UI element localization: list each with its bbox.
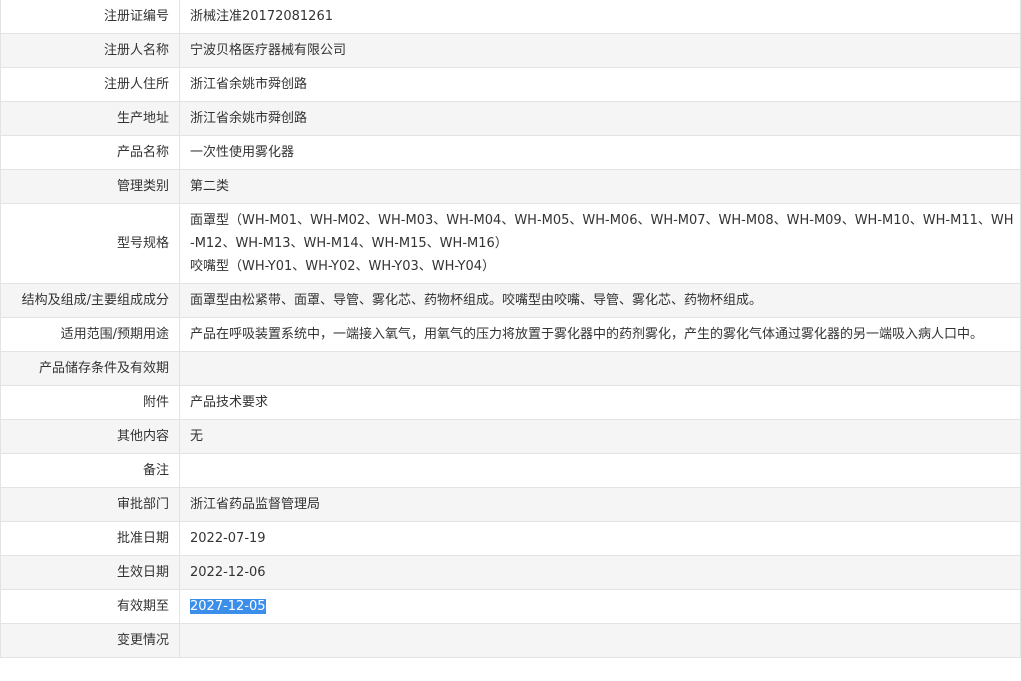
row-value: 宁波贝格医疗器械有限公司: [179, 33, 1021, 68]
row-production-address: 生产地址 浙江省余姚市舜创路: [0, 101, 1021, 136]
row-label: 型号规格: [0, 203, 180, 284]
row-label: 产品储存条件及有效期: [0, 351, 180, 386]
row-label: 产品名称: [0, 135, 180, 170]
row-label: 审批部门: [0, 487, 180, 522]
row-label: 注册人住所: [0, 67, 180, 102]
row-value: 第二类: [179, 169, 1021, 204]
row-management-category: 管理类别 第二类: [0, 169, 1021, 204]
row-value: 浙江省余姚市舜创路: [179, 67, 1021, 102]
row-label: 其他内容: [0, 419, 180, 454]
row-registrant-name: 注册人名称 宁波贝格医疗器械有限公司: [0, 33, 1021, 68]
row-other-content: 其他内容 无: [0, 419, 1021, 454]
row-label: 结构及组成/主要组成成分: [0, 283, 180, 318]
row-change-history: 变更情况: [0, 623, 1021, 658]
row-valid-until: 有效期至 2027-12-05: [0, 589, 1021, 624]
selected-text[interactable]: 2027-12-05: [190, 599, 266, 614]
model-line-mask: 面罩型（WH-M01、WH-M02、WH-M03、WH-M04、WH-M05、W…: [190, 213, 1014, 251]
row-value: 产品技术要求: [179, 385, 1021, 420]
row-effective-date: 生效日期 2022-12-06: [0, 555, 1021, 590]
row-approval-department: 审批部门 浙江省药品监督管理局: [0, 487, 1021, 522]
row-label: 有效期至: [0, 589, 180, 624]
row-value: 2022-07-19: [179, 521, 1021, 556]
row-value: 2022-12-06: [179, 555, 1021, 590]
row-label: 备注: [0, 453, 180, 488]
row-value: 浙江省余姚市舜创路: [179, 101, 1021, 136]
row-label: 适用范围/预期用途: [0, 317, 180, 352]
row-value: 面罩型（WH-M01、WH-M02、WH-M03、WH-M04、WH-M05、W…: [179, 203, 1021, 284]
row-label: 批准日期: [0, 521, 180, 556]
row-value: 2027-12-05: [179, 589, 1021, 624]
row-value: 浙江省药品监督管理局: [179, 487, 1021, 522]
row-label: 生效日期: [0, 555, 180, 590]
row-structure-composition: 结构及组成/主要组成成分 面罩型由松紧带、面罩、导管、雾化芯、药物杯组成。咬嘴型…: [0, 283, 1021, 318]
row-approval-date: 批准日期 2022-07-19: [0, 521, 1021, 556]
row-intended-use: 适用范围/预期用途 产品在呼吸装置系统中，一端接入氧气，用氧气的压力将放置于雾化…: [0, 317, 1021, 352]
row-value: [179, 453, 1021, 488]
row-value: 一次性使用雾化器: [179, 135, 1021, 170]
model-line-mouthpiece: 咬嘴型（WH-Y01、WH-Y02、WH-Y03、WH-Y04）: [190, 259, 496, 274]
row-label: 管理类别: [0, 169, 180, 204]
row-model-specification: 型号规格 面罩型（WH-M01、WH-M02、WH-M03、WH-M04、WH-…: [0, 203, 1021, 284]
row-value: [179, 623, 1021, 658]
row-label: 变更情况: [0, 623, 180, 658]
row-value: 面罩型由松紧带、面罩、导管、雾化芯、药物杯组成。咬嘴型由咬嘴、导管、雾化芯、药物…: [179, 283, 1021, 318]
row-label: 生产地址: [0, 101, 180, 136]
row-product-name: 产品名称 一次性使用雾化器: [0, 135, 1021, 170]
row-label: 注册证编号: [0, 0, 180, 34]
registration-detail-table: 注册证编号 浙械注准20172081261 注册人名称 宁波贝格医疗器械有限公司…: [0, 0, 1021, 658]
row-storage-conditions: 产品储存条件及有效期: [0, 351, 1021, 386]
row-attachment: 附件 产品技术要求: [0, 385, 1021, 420]
row-registrant-address: 注册人住所 浙江省余姚市舜创路: [0, 67, 1021, 102]
row-value: [179, 351, 1021, 386]
row-registration-number: 注册证编号 浙械注准20172081261: [0, 0, 1021, 34]
row-label: 附件: [0, 385, 180, 420]
row-label: 注册人名称: [0, 33, 180, 68]
row-value: 浙械注准20172081261: [179, 0, 1021, 34]
row-value: 无: [179, 419, 1021, 454]
row-remarks: 备注: [0, 453, 1021, 488]
row-value: 产品在呼吸装置系统中，一端接入氧气，用氧气的压力将放置于雾化器中的药剂雾化，产生…: [179, 317, 1021, 352]
